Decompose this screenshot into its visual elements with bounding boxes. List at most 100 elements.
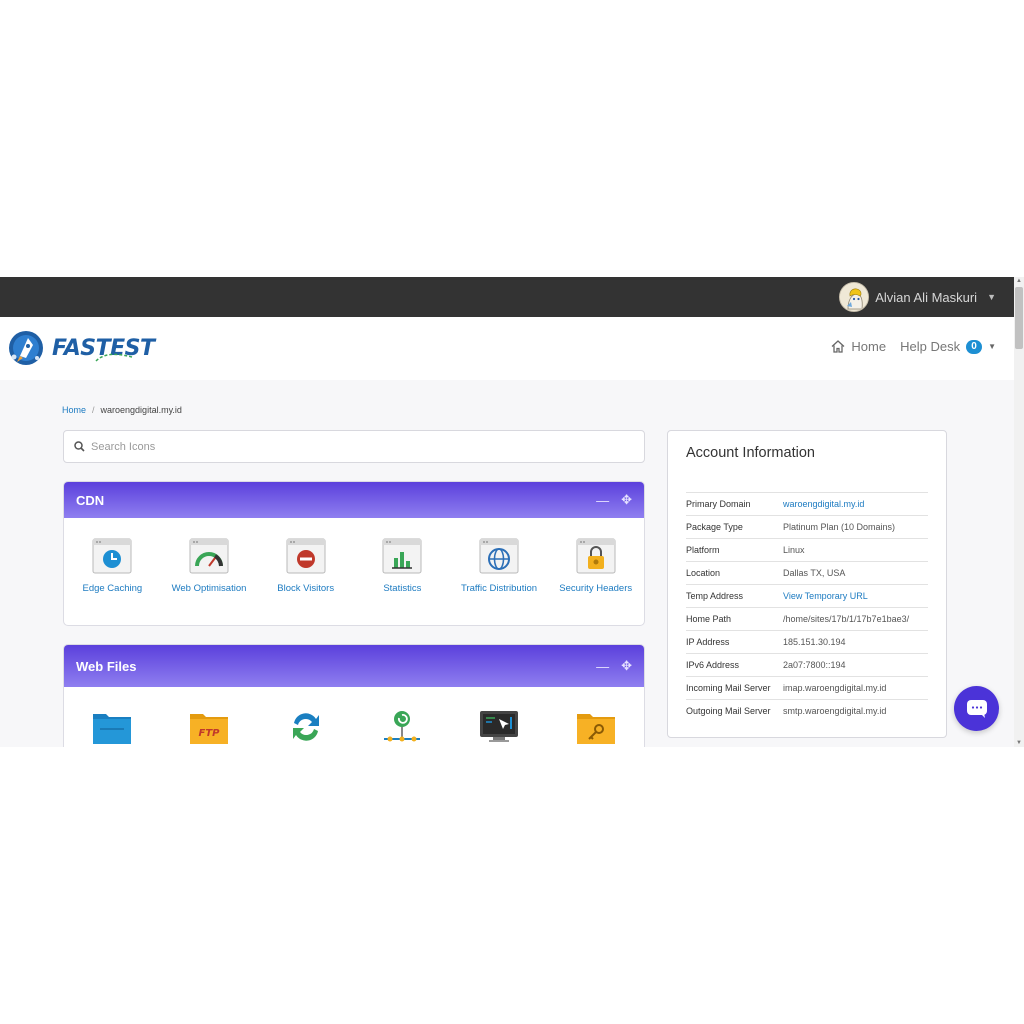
table-row: IPv6 Address 2a07:7800::194 xyxy=(686,653,928,677)
location-label: Location xyxy=(686,568,721,578)
tool-label: Web Optimisation xyxy=(171,583,247,594)
network-icon xyxy=(384,711,421,742)
ip-address-value: 185.151.30.194 xyxy=(783,637,846,647)
breadcrumb-home[interactable]: Home xyxy=(62,405,86,415)
tool-file-manager[interactable] xyxy=(64,709,161,747)
logo[interactable]: FASTEST xyxy=(6,329,155,367)
tool-block-visitors[interactable]: Block Visitors xyxy=(257,538,354,595)
chat-button[interactable] xyxy=(954,686,999,731)
incoming-mail-value: imap.waroengdigital.my.id xyxy=(783,683,887,693)
scroll-up-arrow-icon[interactable]: ▲ xyxy=(1016,278,1022,284)
ip-address-label: IP Address xyxy=(686,637,730,647)
user-name: Alvian Ali Maskuri xyxy=(875,289,978,305)
table-row: Platform Linux xyxy=(686,538,928,562)
minimize-icon[interactable]: — xyxy=(596,659,609,674)
account-information-card: Account Information Primary Domain waroe… xyxy=(667,430,947,738)
home-path-value: /home/sites/17b/1/17b7e1bae3/ xyxy=(783,614,910,624)
tool-label: Security Headers xyxy=(559,583,633,594)
chevron-down-icon: ▼ xyxy=(988,342,996,351)
tool-label: Edge Caching xyxy=(82,583,143,594)
tool-terminal[interactable] xyxy=(451,709,548,747)
breadcrumb: Home / waroengdigital.my.id xyxy=(62,405,182,415)
temp-address-link[interactable]: View Temporary URL xyxy=(783,585,928,608)
package-type-label: Package Type xyxy=(686,522,743,532)
tool-network[interactable] xyxy=(354,709,451,747)
account-title: Account Information xyxy=(686,445,815,461)
nav-home[interactable]: Home xyxy=(831,339,886,354)
terminal-icon xyxy=(480,711,519,742)
header-nav: Home Help Desk 0 ▼ xyxy=(831,339,996,354)
user-menu[interactable]: Alvian Ali Maskuri ▼ xyxy=(839,281,996,313)
cdn-panel: CDN — ✥ Edge Caching Web Optimisation Bl… xyxy=(63,481,645,626)
gauge-icon xyxy=(189,538,229,574)
outgoing-mail-label: Outgoing Mail Server xyxy=(686,706,771,717)
tool-ftp[interactable]: FTP xyxy=(161,709,258,747)
chevron-down-icon: ▼ xyxy=(987,292,996,302)
site-header: FASTEST Home Help Desk 0 ▼ xyxy=(0,317,1014,380)
table-row: Location Dallas TX, USA xyxy=(686,561,928,585)
cdn-tools: Edge Caching Web Optimisation Block Visi… xyxy=(64,518,644,595)
breadcrumb-current: waroengdigital.my.id xyxy=(100,405,182,415)
web-files-panel-header: Web Files — ✥ xyxy=(64,645,644,687)
home-path-label: Home Path xyxy=(686,614,732,624)
incoming-mail-label: Incoming Mail Server xyxy=(686,683,771,693)
ftp-folder-icon: FTP xyxy=(190,714,228,744)
tool-label: Statistics xyxy=(383,583,422,594)
scroll-down-arrow-icon[interactable]: ▼ xyxy=(1016,740,1022,746)
sync-icon xyxy=(292,713,319,741)
bar-chart-icon xyxy=(382,538,422,574)
tool-security-headers[interactable]: Security Headers xyxy=(547,538,644,595)
top-bar: Alvian Ali Maskuri ▼ xyxy=(0,277,1014,317)
tool-sync[interactable] xyxy=(257,709,354,747)
web-files-tools: FTP xyxy=(64,687,644,747)
help-desk-count-badge: 0 xyxy=(966,339,983,354)
minimize-icon[interactable]: — xyxy=(596,493,609,508)
package-type-value: Platinum Plan (10 Domains) xyxy=(783,522,896,532)
rocket-logo-icon xyxy=(9,331,43,365)
move-icon[interactable]: ✥ xyxy=(621,492,632,508)
table-row: Temp Address View Temporary URL xyxy=(686,584,928,608)
nav-help-desk-label: Help Desk xyxy=(900,339,961,354)
block-icon xyxy=(286,538,326,574)
scroll-thumb[interactable] xyxy=(1015,287,1023,349)
globe-icon xyxy=(479,538,519,574)
tool-edge-caching[interactable]: Edge Caching xyxy=(64,538,161,595)
outgoing-mail-value: smtp.waroengdigital.my.id xyxy=(783,706,887,717)
svg-text:FTP: FTP xyxy=(199,728,221,739)
table-row: Package Type Platinum Plan (10 Domains) xyxy=(686,515,928,539)
tool-web-optimisation[interactable]: Web Optimisation xyxy=(161,538,258,595)
avatar xyxy=(839,282,870,312)
platform-value: Linux xyxy=(783,545,805,555)
home-icon xyxy=(831,340,845,353)
browser-viewport: Alvian Ali Maskuri ▼ FASTEST Home Help D… xyxy=(0,277,1024,747)
chat-bubble-icon xyxy=(966,699,987,718)
table-row: Incoming Mail Server imap.waroengdigital… xyxy=(686,676,928,700)
logo-swoosh-icon xyxy=(95,353,133,362)
breadcrumb-separator: / xyxy=(92,405,95,415)
search-box xyxy=(63,430,645,463)
table-row: Primary Domain waroengdigital.my.id xyxy=(686,492,928,516)
search-icon xyxy=(74,441,85,452)
tool-traffic-distribution[interactable]: Traffic Distribution xyxy=(451,538,548,595)
table-row: Home Path /home/sites/17b/1/17b7e1bae3/ xyxy=(686,607,928,631)
ipv6-address-value: 2a07:7800::194 xyxy=(783,660,846,670)
tool-statistics[interactable]: Statistics xyxy=(354,538,451,595)
tool-password-protect[interactable] xyxy=(547,709,644,747)
cdn-panel-header: CDN — ✥ xyxy=(64,482,644,518)
scrollbar[interactable]: ▲ ▼ xyxy=(1014,277,1024,747)
platform-label: Platform xyxy=(686,545,720,555)
ipv6-address-label: IPv6 Address xyxy=(686,660,740,670)
search-input[interactable] xyxy=(91,440,591,453)
table-row: Outgoing Mail Server smtp.waroengdigital… xyxy=(686,699,928,723)
clock-icon xyxy=(92,538,132,574)
move-icon[interactable]: ✥ xyxy=(621,658,632,674)
tool-label: Block Visitors xyxy=(277,583,335,594)
web-files-panel-title: Web Files xyxy=(76,658,137,674)
temp-address-label: Temp Address xyxy=(686,591,744,601)
cdn-panel-title: CDN xyxy=(76,492,105,508)
nav-help-desk[interactable]: Help Desk 0 ▼ xyxy=(900,339,996,354)
location-value: Dallas TX, USA xyxy=(783,568,846,578)
table-row: IP Address 185.151.30.194 xyxy=(686,630,928,654)
nav-home-label: Home xyxy=(851,339,887,354)
primary-domain-link[interactable]: waroengdigital.my.id xyxy=(783,493,928,516)
